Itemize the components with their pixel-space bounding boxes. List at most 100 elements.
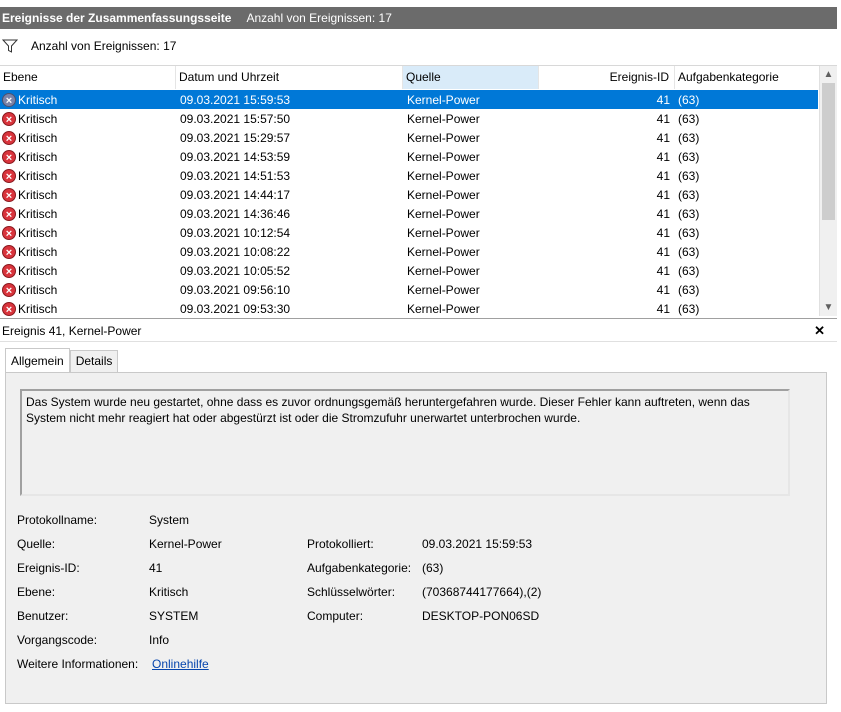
prop-value-protokollname: System bbox=[149, 513, 190, 527]
prop-value-aufgabenkategorie: (63) bbox=[422, 561, 444, 575]
prop-label-computer: Computer: bbox=[307, 609, 364, 623]
prop-label-ereignis-id: Ereignis-ID: bbox=[17, 561, 80, 575]
events-grid[interactable]: Ebene Datum und Uhrzeit Quelle Ereignis-… bbox=[0, 65, 837, 319]
cell-source: Kernel-Power bbox=[407, 206, 480, 221]
col-header-ebene[interactable]: Ebene bbox=[0, 66, 176, 89]
cell-date: 09.03.2021 14:53:59 bbox=[180, 149, 291, 164]
cell-task-category: (63) bbox=[678, 130, 700, 145]
error-icon: × bbox=[2, 282, 16, 297]
cell-event-id: 41 bbox=[656, 149, 670, 164]
table-row[interactable]: × Kritisch 09.03.2021 15:57:50 Kernel-Power… bbox=[0, 109, 818, 128]
cell-source: Kernel-Power bbox=[407, 301, 480, 316]
prop-value-ereignis-id: 41 bbox=[149, 561, 163, 575]
cell-date: 09.03.2021 10:08:22 bbox=[180, 244, 291, 259]
prop-label-ebene: Ebene: bbox=[17, 585, 56, 599]
cell-date: 09.03.2021 15:29:57 bbox=[180, 130, 291, 145]
cell-source: Kernel-Power bbox=[407, 92, 480, 107]
cell-event-id: 41 bbox=[656, 92, 670, 107]
table-row[interactable]: × Kritisch 09.03.2021 14:53:59 Kernel-Power… bbox=[0, 147, 818, 166]
detail-tabs: Allgemein Details bbox=[5, 348, 119, 372]
event-description[interactable]: Das System wurde neu gestartet, ohne das… bbox=[20, 389, 790, 496]
close-icon[interactable]: ✕ bbox=[814, 323, 825, 339]
prop-label-aufgabenkategorie: Aufgabenkategorie: bbox=[307, 561, 412, 575]
scroll-up-arrow-icon[interactable]: ▲ bbox=[820, 66, 837, 83]
cell-task-category: (63) bbox=[678, 111, 700, 126]
col-header-aufgabenkategorie[interactable]: Aufgabenkategorie bbox=[675, 66, 818, 89]
onlinehilfe-link[interactable]: Onlinehilfe bbox=[152, 657, 209, 671]
cell-source: Kernel-Power bbox=[407, 130, 480, 145]
cell-level: Kritisch bbox=[18, 168, 58, 183]
cell-date: 09.03.2021 10:12:54 bbox=[180, 225, 291, 240]
cell-level: Kritisch bbox=[18, 149, 58, 164]
table-row[interactable]: × Kritisch 09.03.2021 10:12:54 Kernel-Power… bbox=[0, 223, 818, 242]
prop-label-protokolliert: Protokolliert: bbox=[307, 537, 374, 551]
grid-scrollbar[interactable]: ▲ ▼ bbox=[819, 66, 837, 316]
prop-label-vorgangscode: Vorgangscode: bbox=[17, 633, 98, 647]
grid-rows: × Kritisch 09.03.2021 15:59:53 Kernel-Power… bbox=[0, 90, 818, 318]
title-count: Anzahl von Ereignissen: 17 bbox=[246, 11, 392, 25]
table-row[interactable]: × Kritisch 09.03.2021 09:56:10 Kernel-Power… bbox=[0, 280, 818, 299]
table-row[interactable]: × Kritisch 09.03.2021 14:36:46 Kernel-Power… bbox=[0, 204, 818, 223]
cell-source: Kernel-Power bbox=[407, 263, 480, 278]
cell-event-id: 41 bbox=[656, 130, 670, 145]
cell-level: Kritisch bbox=[18, 301, 58, 316]
filter-icon[interactable] bbox=[2, 39, 18, 53]
cell-task-category: (63) bbox=[678, 168, 700, 183]
prop-label-benutzer: Benutzer: bbox=[17, 609, 69, 623]
filter-bar: Anzahl von Ereignissen: 17 bbox=[0, 34, 837, 58]
cell-task-category: (63) bbox=[678, 301, 700, 316]
prop-value-quelle: Kernel-Power bbox=[149, 537, 222, 551]
table-row[interactable]: × Kritisch 09.03.2021 10:05:52 Kernel-Power… bbox=[0, 261, 818, 280]
error-icon: × bbox=[2, 92, 16, 107]
tab-details[interactable]: Details bbox=[69, 350, 119, 372]
cell-level: Kritisch bbox=[18, 244, 58, 259]
error-icon: × bbox=[2, 149, 16, 164]
cell-event-id: 41 bbox=[656, 168, 670, 183]
prop-value-schluesselwoerter: (70368744177664),(2) bbox=[422, 585, 542, 599]
table-row[interactable]: × Kritisch 09.03.2021 10:08:22 Kernel-Power… bbox=[0, 242, 818, 261]
table-row[interactable]: × Kritisch 09.03.2021 09:53:30 Kernel-Power… bbox=[0, 299, 818, 318]
prop-label-weitere-informationen: Weitere Informationen: bbox=[17, 657, 139, 671]
cell-source: Kernel-Power bbox=[407, 282, 480, 297]
col-header-ereignis-id[interactable]: Ereignis-ID bbox=[539, 66, 675, 89]
cell-level: Kritisch bbox=[18, 282, 58, 297]
error-icon: × bbox=[2, 263, 16, 278]
prop-label-schluesselwoerter: Schlüsselwörter: bbox=[307, 585, 396, 599]
prop-value-ebene: Kritisch bbox=[149, 585, 189, 599]
col-header-datum[interactable]: Datum und Uhrzeit bbox=[176, 66, 403, 89]
scroll-down-arrow-icon[interactable]: ▼ bbox=[820, 299, 837, 316]
table-row[interactable]: × Kritisch 09.03.2021 14:51:53 Kernel-Power… bbox=[0, 166, 818, 185]
cell-date: 09.03.2021 14:36:46 bbox=[180, 206, 291, 221]
prop-label-quelle: Quelle: bbox=[17, 537, 56, 551]
cell-task-category: (63) bbox=[678, 282, 700, 297]
cell-source: Kernel-Power bbox=[407, 168, 480, 183]
cell-task-category: (63) bbox=[678, 92, 700, 107]
scroll-thumb[interactable] bbox=[822, 83, 835, 220]
tab-allgemein[interactable]: Allgemein bbox=[5, 348, 70, 372]
cell-date: 09.03.2021 09:53:30 bbox=[180, 301, 291, 316]
prop-value-computer: DESKTOP-PON06SD bbox=[422, 609, 540, 623]
cell-date: 09.03.2021 09:56:10 bbox=[180, 282, 291, 297]
cell-event-id: 41 bbox=[656, 282, 670, 297]
cell-level: Kritisch bbox=[18, 111, 58, 126]
cell-date: 09.03.2021 14:51:53 bbox=[180, 168, 291, 183]
prop-value-benutzer: SYSTEM bbox=[149, 609, 199, 623]
cell-level: Kritisch bbox=[18, 92, 58, 107]
table-row[interactable]: × Kritisch 09.03.2021 15:59:53 Kernel-Power… bbox=[0, 90, 818, 109]
cell-event-id: 41 bbox=[656, 301, 670, 316]
detail-title: Ereignis 41, Kernel-Power bbox=[2, 324, 142, 338]
col-header-quelle[interactable]: Quelle bbox=[403, 66, 539, 89]
table-row[interactable]: × Kritisch 09.03.2021 15:29:57 Kernel-Power… bbox=[0, 128, 818, 147]
error-icon: × bbox=[2, 187, 16, 202]
cell-event-id: 41 bbox=[656, 187, 670, 202]
grid-header: Ebene Datum und Uhrzeit Quelle Ereignis-… bbox=[0, 66, 818, 89]
prop-value-vorgangscode: Info bbox=[149, 633, 170, 647]
cell-level: Kritisch bbox=[18, 130, 58, 145]
cell-event-id: 41 bbox=[656, 206, 670, 221]
error-icon: × bbox=[2, 111, 16, 126]
cell-task-category: (63) bbox=[678, 149, 700, 164]
cell-level: Kritisch bbox=[18, 206, 58, 221]
cell-event-id: 41 bbox=[656, 263, 670, 278]
cell-source: Kernel-Power bbox=[407, 225, 480, 240]
table-row[interactable]: × Kritisch 09.03.2021 14:44:17 Kernel-Power… bbox=[0, 185, 818, 204]
